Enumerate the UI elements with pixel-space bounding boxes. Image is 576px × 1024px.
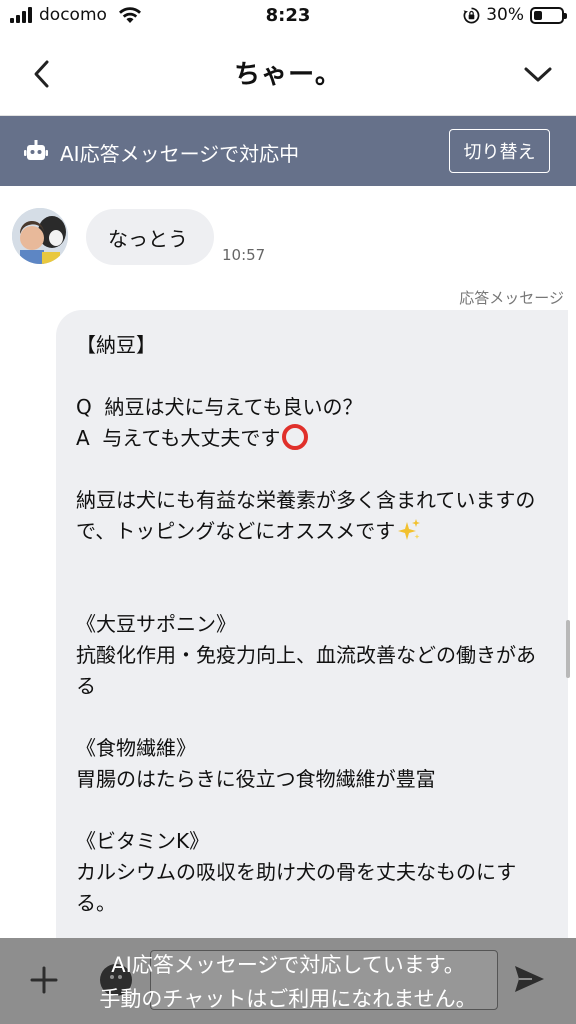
chat-area[interactable]: なっとう 10:57 応答メッセージ 【納豆】 Q 納豆は犬に与えても良いの？ …: [0, 186, 576, 938]
intro-paragraph: 納豆は犬にも有益な栄養素が多く含まれていますので、トッピングなどにオススメです: [76, 485, 544, 547]
message-title: 【納豆】: [76, 333, 156, 357]
notice-line-2: 手動のチャットはご利用になれません。: [99, 987, 477, 1011]
status-right: 30%: [463, 5, 567, 25]
scrollbar[interactable]: [566, 620, 570, 678]
message-time: 10:57: [222, 246, 266, 264]
chevron-down-icon: [524, 67, 552, 82]
response-message-label: 応答メッセージ: [459, 289, 564, 307]
switch-button[interactable]: 切り替え: [449, 129, 550, 173]
ai-response-banner: AI応答メッセージで対応中 切り替え: [0, 116, 576, 186]
chat-title: ちゃー。: [234, 60, 342, 90]
section-body: 胃腸のはたらきに役立つ食物繊維が豊富: [76, 767, 436, 791]
ai-banner-text: AI応答メッセージで対応中: [60, 142, 300, 166]
answer-text: A 与えても大丈夫です: [76, 426, 281, 450]
section-body: カルシウムの吸収を助け犬の骨を丈夫なものにする。: [76, 860, 517, 915]
outgoing-message[interactable]: 【納豆】 Q 納豆は犬に与えても良いの？ A 与えても大丈夫です 納豆は犬にも有…: [56, 310, 568, 938]
battery-icon: [530, 6, 567, 24]
section-body: 抗酸化作用・免疫力向上、血流改善などの働きがある: [76, 643, 536, 698]
disabled-notice: AI応答メッセージで対応しています。 手動のチャットはご利用になれません。: [0, 948, 576, 1016]
section-heading: 《大豆サポニン》: [76, 612, 236, 636]
section-heading: 《食物繊維》: [76, 736, 196, 760]
chat-header: ちゃー。: [0, 34, 576, 116]
avatar-image: [12, 208, 68, 264]
red-circle-icon: [282, 424, 309, 450]
sparkles-icon: [398, 519, 421, 540]
chat-menu-button[interactable]: [518, 54, 558, 94]
question-line: Q 納豆は犬に与えても良いの？: [76, 395, 363, 419]
battery-percent: 30%: [486, 5, 524, 25]
status-bar: docomo 8:23 30%: [0, 0, 576, 34]
avatar[interactable]: [12, 208, 68, 264]
bot-icon: [24, 140, 48, 160]
section-heading: 《ビタミンK》: [76, 829, 210, 853]
battery-fill: [534, 10, 542, 20]
incoming-message[interactable]: なっとう: [86, 209, 214, 265]
notice-line-1: AI応答メッセージで対応しています。: [111, 953, 465, 977]
rotation-lock-icon: [463, 7, 480, 23]
input-bar: AI応答メッセージで対応しています。 手動のチャットはご利用になれません。: [0, 938, 576, 1024]
intro-text: 納豆は犬にも有益な栄養素が多く含まれていますので、トッピングなどにオススメです: [76, 488, 536, 543]
answer-line: A 与えても大丈夫です: [76, 423, 544, 454]
